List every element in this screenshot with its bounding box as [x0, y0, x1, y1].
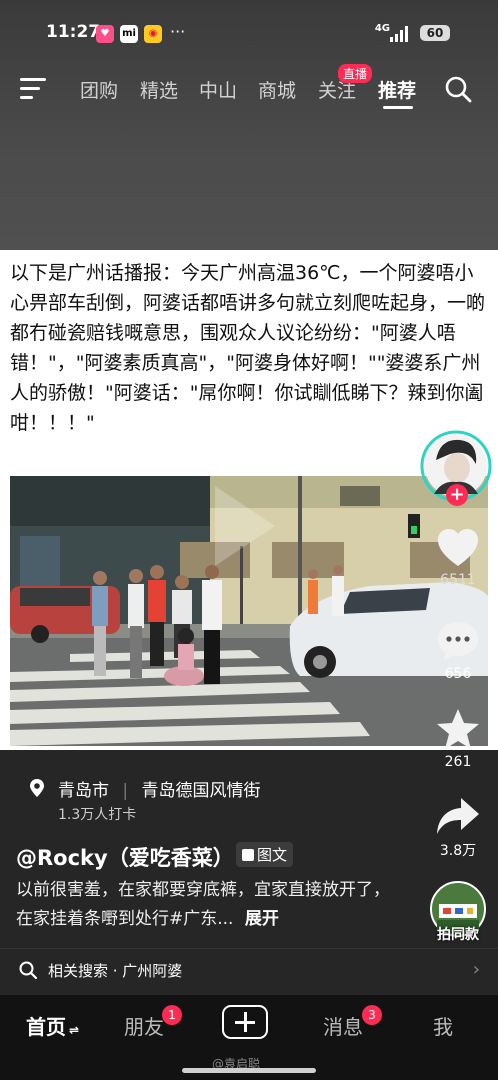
description-text: 以前很害羞，在家都要穿底裤，宜家直接放开了，在家挂着条嘢到处行#广东... [16, 880, 390, 929]
tab-home-label: 首页 [26, 1015, 66, 1039]
weibo-notification-icon: ◉ [144, 25, 162, 43]
same-style-button[interactable]: 拍同款 [418, 880, 498, 944]
chevron-right-icon: › [472, 959, 480, 980]
messages-badge: 3 [362, 1005, 382, 1025]
like-button[interactable]: 6511 [418, 528, 498, 588]
favorite-count: 261 [444, 754, 472, 770]
tab-recommended[interactable]: 推荐 [378, 76, 416, 103]
tab-me[interactable]: 我 [433, 1011, 453, 1040]
post-text: 以下是广州话播报：今天广州高温36℃，一个阿婆唔小心畀部车刮倒，阿婆话都唔讲多句… [10, 262, 486, 434]
post-type-tag: 图文 [236, 842, 294, 867]
comment-icon [438, 622, 478, 660]
friends-badge: 1 [162, 1005, 182, 1025]
favorite-button[interactable]: 261 [418, 708, 498, 770]
status-bar: 11:27 ♥ mi ◉ ··· 4G 60 [0, 22, 498, 50]
location-row[interactable]: 青岛市 | 青岛德国风情街 [28, 776, 261, 801]
bottom-tab-bar: 首页 ⇌ 朋友 1 消息 3 我 @袁启聪 [0, 995, 498, 1080]
top-nav: 团购 精选 中山 商城 关注 直播 推荐 [0, 64, 498, 110]
app-notification-icon: ♥ [96, 25, 114, 43]
mi-notification-icon: mi [120, 25, 138, 43]
like-count: 6511 [440, 572, 476, 588]
author-avatar[interactable]: + [420, 430, 492, 506]
tab-group-buy[interactable]: 团购 [80, 76, 118, 103]
location-city: 青岛市 [58, 781, 109, 801]
top-header: 11:27 ♥ mi ◉ ··· 4G 60 团购 精选 中山 商城 关注 直播… [0, 0, 498, 250]
share-icon [437, 798, 479, 834]
search-icon [19, 961, 38, 980]
share-count: 3.8万 [439, 843, 477, 859]
post-description: 以前很害羞，在家都要穿底裤，宜家直接放开了，在家挂着条嘢到处行#广东... 展开 [16, 876, 396, 934]
search-icon[interactable] [444, 75, 472, 103]
tab-featured[interactable]: 精选 [140, 76, 178, 103]
tab-mall[interactable]: 商城 [258, 76, 296, 103]
follow-button[interactable]: + [446, 484, 468, 506]
home-indicator[interactable] [182, 1068, 316, 1073]
comment-button[interactable]: 656 [418, 620, 498, 682]
location-pin-icon [30, 779, 44, 797]
menu-icon[interactable] [20, 78, 46, 100]
battery-level: 60 [420, 25, 450, 41]
status-time: 11:27 [46, 22, 101, 42]
post-info-panel: 青岛市 | 青岛德国风情街 1.3万人打卡 @Rocky（爱吃香菜） 图文 以前… [0, 750, 498, 995]
heart-icon [438, 529, 478, 566]
swap-icon: ⇌ [69, 1023, 80, 1037]
share-button[interactable]: 3.8万 [418, 796, 498, 860]
star-icon [437, 709, 479, 749]
expand-link[interactable]: 展开 [245, 909, 279, 929]
active-tab-indicator [383, 106, 413, 109]
image-text-icon [242, 849, 254, 861]
post-type-label: 图文 [257, 846, 288, 864]
related-search-bar[interactable]: 相关搜索 · 广州阿婆 › [0, 948, 498, 991]
tab-local[interactable]: 中山 [199, 76, 237, 103]
create-button[interactable] [222, 1005, 268, 1039]
comment-count: 656 [444, 666, 472, 682]
live-badge: 直播 [338, 64, 373, 83]
tab-friends[interactable]: 朋友 [124, 1011, 164, 1040]
tab-messages[interactable]: 消息 [323, 1011, 363, 1040]
signal-icon [390, 26, 412, 42]
street-photo [10, 476, 488, 746]
tab-home[interactable]: 首页 ⇌ [26, 1011, 79, 1040]
location-place: 青岛德国风情街 [141, 781, 261, 801]
network-type: 4G [374, 23, 390, 34]
more-notifications-icon: ··· [170, 22, 186, 41]
author-name[interactable]: @Rocky（爱吃香菜） [16, 842, 234, 872]
checkin-count: 1.3万人打卡 [58, 807, 137, 823]
related-search-label: 相关搜索 · 广州阿婆 [48, 962, 183, 980]
